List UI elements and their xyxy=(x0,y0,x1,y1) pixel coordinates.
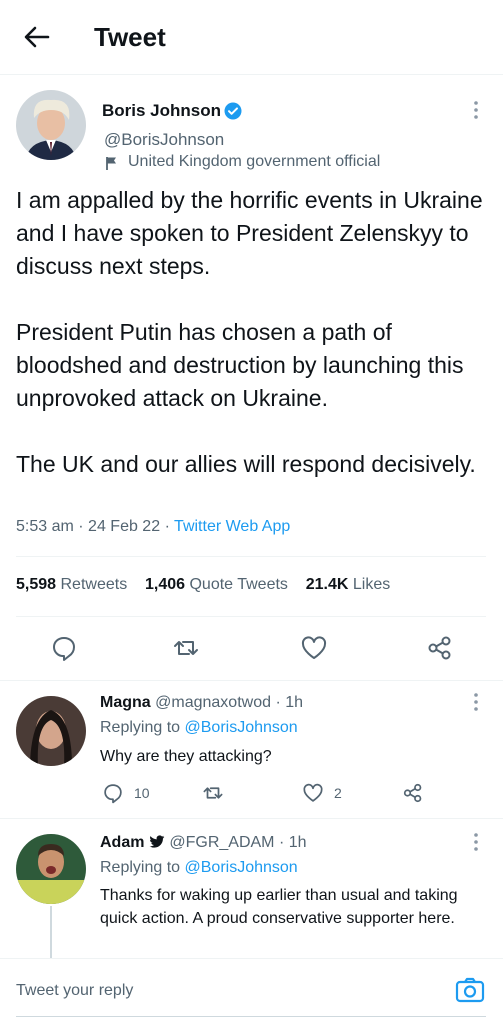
divider xyxy=(0,680,503,681)
like-icon[interactable] xyxy=(302,782,324,804)
avatar[interactable] xyxy=(16,696,86,766)
more-icon[interactable] xyxy=(471,832,481,852)
share-icon[interactable] xyxy=(426,634,454,662)
replying-to-prefix: Replying to xyxy=(100,719,181,736)
thread-line xyxy=(50,906,52,958)
likes-count: 21.4K xyxy=(305,576,349,593)
quote-tweets-stat[interactable]: 1,406 Quote Tweets xyxy=(145,576,288,593)
avatar[interactable] xyxy=(16,834,86,904)
author-handle[interactable]: @BorisJohnson xyxy=(104,130,224,150)
reply-author-name[interactable]: Adam xyxy=(100,834,144,851)
engagement-stats: 5,598 Retweets 1,406 Quote Tweets 21.4K … xyxy=(16,576,390,594)
meta-separator: · xyxy=(275,694,286,711)
divider xyxy=(0,818,503,819)
reply-header: Adam @FGR_ADAM · 1h xyxy=(100,834,307,854)
reply-text: Why are they attacking? xyxy=(100,748,272,765)
retweets-stat[interactable]: 5,598 Retweets xyxy=(16,576,127,593)
retweets-label: Retweets xyxy=(60,576,128,593)
twitter-bird-icon xyxy=(149,835,165,854)
more-icon[interactable] xyxy=(471,692,481,712)
input-underline xyxy=(16,1016,486,1017)
meta-separator: · xyxy=(164,518,175,535)
verified-badge-icon xyxy=(224,102,242,120)
avatar[interactable] xyxy=(16,90,86,160)
reply-age: 1h xyxy=(288,834,307,851)
replying-to-link[interactable]: @BorisJohnson xyxy=(185,859,298,876)
reply-author-name[interactable]: Magna xyxy=(100,694,151,711)
quotes-count: 1,406 xyxy=(144,576,186,593)
author-name[interactable]: Boris Johnson xyxy=(102,101,221,121)
reply-text: Thanks for waking up earlier than usual … xyxy=(100,887,458,927)
flag-icon xyxy=(104,155,120,171)
reply-author-handle[interactable]: @FGR_ADAM xyxy=(169,834,274,851)
divider xyxy=(16,556,486,557)
retweet-icon[interactable] xyxy=(202,782,224,804)
meta-separator: · xyxy=(278,834,289,851)
reply-header: Magna @magnaxotwod · 1h xyxy=(100,694,303,712)
more-icon[interactable] xyxy=(471,100,481,120)
like-icon[interactable] xyxy=(300,634,328,662)
reply-icon[interactable] xyxy=(50,634,78,662)
government-label: United Kingdom government official xyxy=(128,153,381,170)
reply-input[interactable] xyxy=(16,982,396,1000)
tweet-date: 24 Feb 22 xyxy=(88,518,161,535)
reply-count: 10 xyxy=(134,785,150,801)
like-count: 2 xyxy=(334,785,342,801)
tweet-source-link[interactable]: Twitter Web App xyxy=(174,518,290,535)
meta-separator: · xyxy=(78,518,89,535)
reply-age: 1h xyxy=(285,694,304,711)
share-icon[interactable] xyxy=(402,782,424,804)
reply-author-handle[interactable]: @magnaxotwod xyxy=(155,694,271,711)
tweet-text: I am appalled by the horrific events in … xyxy=(16,187,483,477)
retweets-count: 5,598 xyxy=(16,576,57,593)
replying-to: Replying to @BorisJohnson xyxy=(100,859,298,877)
back-arrow-icon[interactable] xyxy=(22,22,52,52)
retweet-icon[interactable] xyxy=(172,634,200,662)
camera-icon[interactable] xyxy=(454,974,486,1006)
reply-icon[interactable] xyxy=(102,782,124,804)
divider xyxy=(16,616,486,617)
quotes-label: Quote Tweets xyxy=(189,576,288,593)
page-title: Tweet xyxy=(94,22,166,52)
likes-stat[interactable]: 21.4K Likes xyxy=(306,576,391,593)
tweet-time: 5:53 am xyxy=(16,518,74,535)
replying-to-link[interactable]: @BorisJohnson xyxy=(185,719,298,736)
top-bar xyxy=(0,0,503,75)
replying-to-prefix: Replying to xyxy=(100,859,181,876)
replying-to: Replying to @BorisJohnson xyxy=(100,719,298,737)
tweet-metadata: 5:53 am · 24 Feb 22 · Twitter Web App xyxy=(16,518,290,536)
likes-label: Likes xyxy=(352,576,391,593)
